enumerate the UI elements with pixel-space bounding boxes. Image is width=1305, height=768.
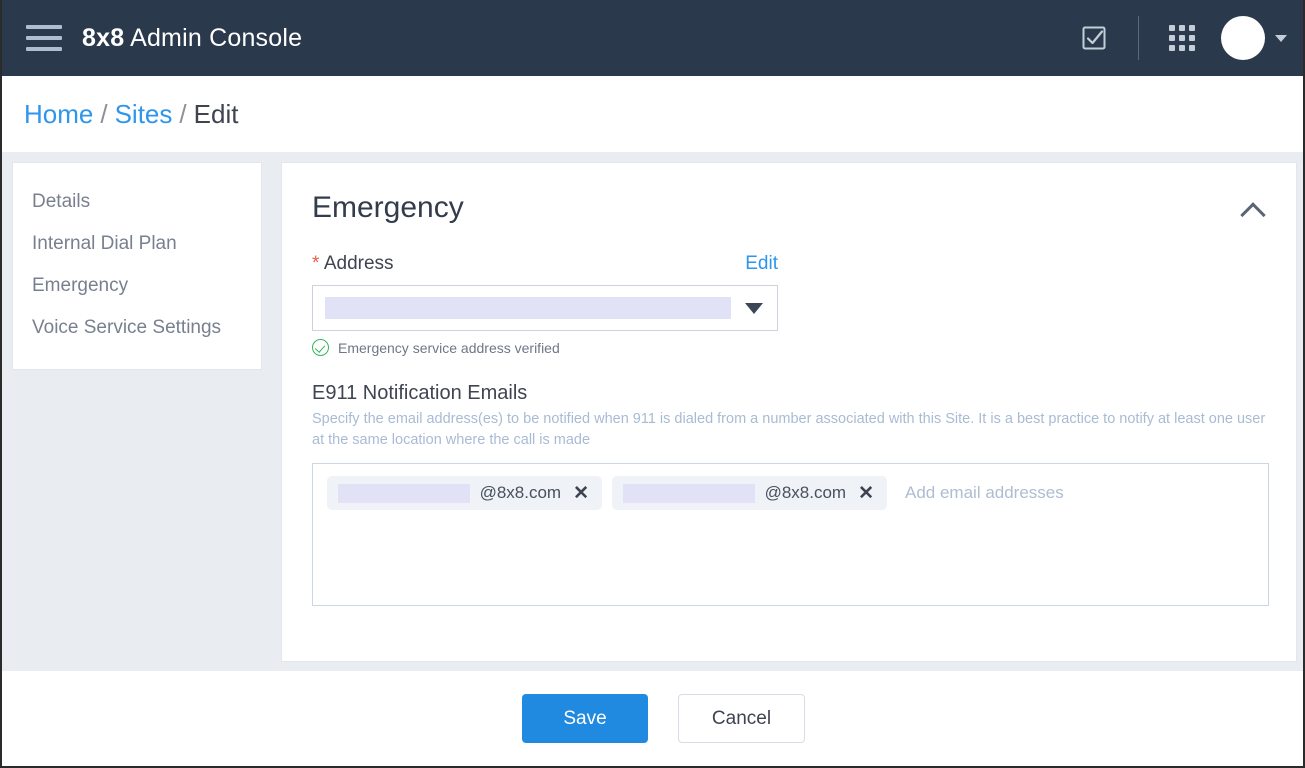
user-avatar[interactable] <box>1221 16 1265 60</box>
card-header: Emergency <box>312 191 1266 225</box>
breadcrumb: Home / Sites / Edit <box>24 99 238 130</box>
chevron-down-icon[interactable] <box>745 302 763 314</box>
address-value-redacted <box>325 297 731 319</box>
sidebar-item-voice-service-settings[interactable]: Voice Service Settings <box>13 307 261 349</box>
remove-email-chip-icon[interactable]: ✕ <box>856 484 876 503</box>
required-asterisk: * <box>312 253 320 274</box>
email-user-redacted <box>623 483 755 503</box>
save-button[interactable]: Save <box>522 694 648 743</box>
hamburger-line <box>26 47 62 51</box>
sidebar-item-internal-dial-plan[interactable]: Internal Dial Plan <box>13 223 261 265</box>
address-label-row: * Address Edit <box>312 253 778 275</box>
e911-description: Specify the email address(es) to be noti… <box>312 411 1266 448</box>
cancel-button[interactable]: Cancel <box>678 694 805 743</box>
page-title: Emergency <box>312 191 464 224</box>
edit-address-link[interactable]: Edit <box>745 253 778 275</box>
e911-section-title: E911 Notification Emails <box>312 382 528 404</box>
email-chip: @8x8.com ✕ <box>327 476 602 510</box>
email-user-redacted <box>338 483 470 503</box>
breadcrumb-bar: Home / Sites / Edit <box>2 76 1303 152</box>
breadcrumb-sites[interactable]: Sites <box>115 99 173 130</box>
address-label-text: Address <box>323 253 394 274</box>
chevron-down-icon[interactable] <box>1275 34 1287 42</box>
top-bar-divider <box>1138 16 1139 60</box>
chevron-up-icon[interactable] <box>1240 200 1266 216</box>
email-input-placeholder[interactable]: Add email addresses <box>897 483 1064 503</box>
settings-sidebar: Details Internal Dial Plan Emergency Voi… <box>12 162 262 370</box>
breadcrumb-separator: / <box>179 98 187 129</box>
top-navigation-bar: 8x8 Admin Console <box>2 0 1303 76</box>
breadcrumb-current: Edit <box>193 98 239 129</box>
sidebar-item-details[interactable]: Details <box>13 181 261 223</box>
address-verified-status: Emergency service address verified <box>312 339 1266 356</box>
email-domain: @8x8.com <box>479 483 562 502</box>
email-chip: @8x8.com ✕ <box>612 476 887 510</box>
breadcrumb-home[interactable]: Home <box>24 99 93 130</box>
app-brand-title: 8x8 Admin Console <box>82 24 302 53</box>
address-label: * Address <box>312 253 394 275</box>
content-area: Details Internal Dial Plan Emergency Voi… <box>2 152 1303 671</box>
remove-email-chip-icon[interactable]: ✕ <box>571 484 591 503</box>
address-select[interactable] <box>312 285 778 331</box>
hamburger-line <box>26 25 62 29</box>
e911-email-input-box[interactable]: @8x8.com ✕ @8x8.com ✕ Add email addresse… <box>312 463 1269 606</box>
address-verified-text: Emergency service address verified <box>338 339 560 356</box>
hamburger-menu-icon[interactable] <box>26 25 62 51</box>
brand-admin-console: Admin Console <box>124 23 303 52</box>
app-grid-icon[interactable] <box>1169 25 1195 51</box>
check-circle-icon <box>312 339 329 356</box>
emergency-settings-card: Emergency * Address Edit Emergency servi… <box>281 162 1297 662</box>
admin-console-page: 8x8 Admin Console Home / Sites / Edit De… <box>0 0 1305 768</box>
sidebar-item-emergency[interactable]: Emergency <box>13 265 261 307</box>
brand-8x8: 8x8 <box>82 23 125 52</box>
email-domain: @8x8.com <box>764 483 847 502</box>
hamburger-line <box>26 36 62 40</box>
breadcrumb-separator: / <box>100 98 108 129</box>
form-action-bar: Save Cancel <box>2 671 1303 766</box>
top-bar-actions <box>1080 0 1287 76</box>
checkbox-check-icon[interactable] <box>1080 24 1108 52</box>
avatar-redacted <box>1231 30 1255 46</box>
